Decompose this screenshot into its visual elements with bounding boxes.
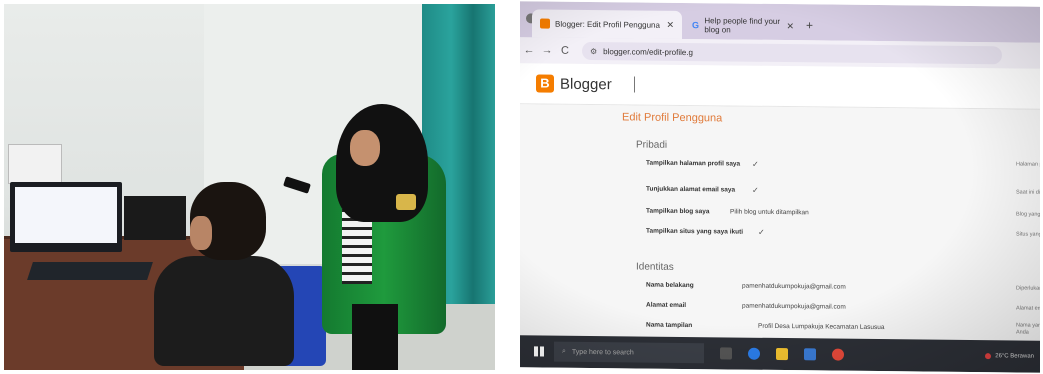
forward-button[interactable]: → — [538, 44, 556, 57]
row-description: Nama yang digunakan untuk menandatangani… — [1016, 322, 1040, 336]
url-text: blogger.com/edit-profile.g — [603, 46, 693, 57]
row-label: Tampilkan situs yang saya ikuti — [646, 227, 744, 236]
classroom-photo — [4, 4, 495, 370]
back-button[interactable]: ← — [520, 44, 538, 56]
display-name-input[interactable]: Profil Desa Lumpakuja Kecamatan Lasusua — [758, 323, 884, 331]
row-label: Nama tampilan — [646, 321, 693, 330]
blogger-brand[interactable]: Blogger — [560, 75, 612, 93]
row-description: Diperlukan — [1016, 285, 1040, 292]
tab-edit-profile[interactable]: Blogger: Edit Profil Pengguna ✕ — [532, 9, 682, 39]
page-title: Edit Profil Pengguna — [622, 111, 723, 125]
site-info-icon[interactable]: ⚙ — [590, 47, 597, 56]
profile-form: Edit Profil Pengguna Pribadi Tampilkan h… — [520, 104, 1040, 340]
section-heading-pribadi: Pribadi — [636, 139, 668, 151]
row-show-email: Tunjukkan alamat email saya ✓ Saat ini d… — [646, 186, 1040, 204]
search-icon: ⌕ — [562, 347, 566, 355]
blogger-favicon-icon — [540, 18, 550, 29]
show-followed-checkbox[interactable]: ✓ — [758, 228, 765, 237]
monitor-screen-photo: Blogger: Edit Profil Pengguna ✕ G Help p… — [520, 1, 1040, 373]
row-label: Nama belakang — [646, 281, 694, 290]
row-label: Tunjukkan alamat email saya — [646, 185, 736, 194]
row-description: Blog yang akan muncul di profil Anda — [1016, 211, 1040, 218]
windows-taskbar: ⌕ Type here to search 26°C Berawan — [520, 335, 1040, 373]
row-description: Halaman profil Anda tidak akan dapat dia… — [1016, 161, 1040, 169]
tab-title: Blogger: Edit Profil Pengguna — [555, 19, 660, 30]
show-profile-checkbox[interactable]: ✓ — [752, 160, 759, 169]
weather-icon — [985, 353, 992, 360]
google-favicon-icon: G — [692, 20, 700, 31]
row-description: Alamat email tidak pernah untuk menghubu… — [1016, 305, 1040, 312]
row-label: Tampilkan blog saya — [646, 207, 710, 216]
new-tab-button[interactable]: + — [806, 18, 813, 32]
show-email-checkbox[interactable]: ✓ — [752, 186, 759, 195]
taskbar-search[interactable]: ⌕ Type here to search — [554, 341, 704, 364]
header-divider — [633, 76, 635, 93]
blogger-logo-icon[interactable]: B — [536, 74, 554, 93]
address-bar[interactable]: ⚙ blogger.com/edit-profile.g — [582, 41, 1002, 65]
row-show-blogs: Tampilkan blog saya Pilih blog untuk dit… — [646, 208, 1040, 226]
row-label: Tampilkan halaman profil saya — [646, 159, 741, 168]
computer-case — [124, 196, 186, 240]
standing-person-face — [350, 130, 380, 166]
monitor-screen — [15, 187, 117, 243]
seated-person-body — [154, 256, 294, 366]
tab-title: Help people find your blog on — [704, 16, 781, 35]
windows-start-icon[interactable] — [534, 346, 544, 357]
weather-widget[interactable]: 26°C Berawan — [985, 353, 1034, 360]
keyboard — [27, 262, 153, 280]
task-view-icon[interactable] — [720, 347, 732, 360]
choose-blogs-link[interactable]: Pilih blog untuk ditampilkan — [730, 208, 809, 216]
close-icon[interactable]: ✕ — [666, 19, 674, 30]
email-input[interactable]: pamenhatdukumpokuja@gmail.com — [742, 303, 846, 311]
chrome-browser-icon[interactable] — [832, 348, 844, 361]
row-show-followed: Tampilkan situs yang saya ikuti ✓ Situs … — [646, 228, 1040, 246]
monitor — [10, 182, 122, 252]
standing-person-legs — [352, 304, 398, 370]
last-name-input[interactable]: pamenhatdukumpokuja@gmail.com — [742, 283, 846, 291]
tab-help[interactable]: G Help people find your blog on ✕ — [684, 11, 802, 40]
row-label: Alamat email — [646, 301, 687, 310]
blogger-header: B Blogger — [520, 63, 1040, 110]
search-placeholder: Type here to search — [571, 348, 634, 356]
reload-button[interactable]: C — [556, 45, 574, 57]
seated-person-face — [190, 216, 212, 250]
row-description: Situs yang Anda ikuti akan muncul di pro… — [1016, 231, 1040, 238]
row-show-profile: Tampilkan halaman profil saya ✓ Halaman … — [646, 160, 1040, 178]
edge-browser-icon[interactable] — [748, 347, 760, 360]
close-icon[interactable]: ✕ — [786, 21, 794, 32]
file-explorer-icon[interactable] — [776, 347, 788, 361]
weather-text: 26°C Berawan — [995, 353, 1034, 360]
row-description: Saat ini ditentukan pamenhatdukumpokuja@… — [1016, 189, 1040, 196]
printer — [8, 144, 62, 184]
section-heading-identitas: Identitas — [636, 261, 674, 273]
store-icon[interactable] — [804, 348, 816, 361]
browser-tab-bar: Blogger: Edit Profil Pengguna ✕ G Help p… — [520, 1, 1040, 43]
row-email: Alamat email pamenhatdukumpokuja@gmail.c… — [646, 302, 1040, 320]
jacket-badge — [396, 194, 416, 210]
row-last-name: Nama belakang pamenhatdukumpokuja@gmail.… — [646, 282, 1040, 300]
